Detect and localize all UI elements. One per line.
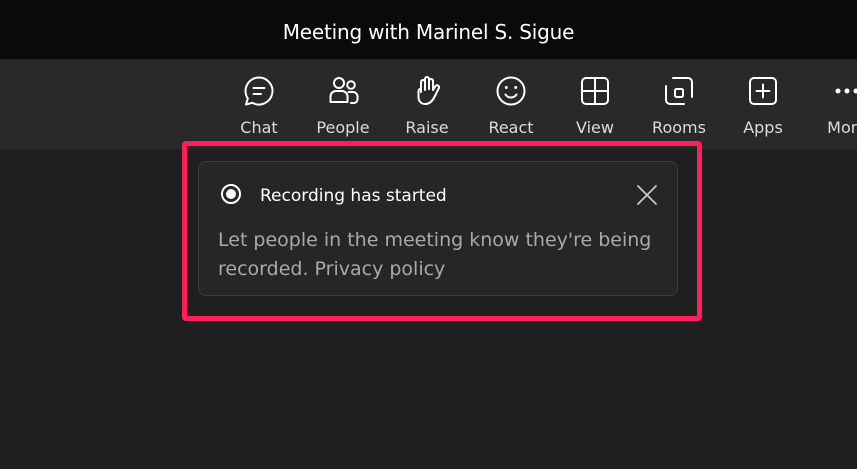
smile-icon <box>494 74 528 108</box>
raise-hand-icon <box>410 74 444 108</box>
close-icon <box>637 185 657 205</box>
notification-title: Recording has started <box>260 186 447 206</box>
rooms-icon <box>662 74 696 108</box>
raise-hand-button[interactable]: Raise <box>391 74 463 138</box>
notification-message: Let people in the meeting know they're b… <box>218 229 652 280</box>
meeting-title: Meeting with Marinel S. Sigue <box>282 19 575 44</box>
raise-label: Raise <box>405 118 449 137</box>
view-button[interactable]: View <box>559 74 631 138</box>
recording-icon <box>221 184 241 204</box>
recording-notification: Recording has started Let people in the … <box>198 161 678 296</box>
more-label: More <box>827 118 857 137</box>
grid-icon <box>578 74 612 108</box>
react-button[interactable]: React <box>475 74 547 138</box>
react-label: React <box>488 118 534 137</box>
plus-square-icon <box>746 74 780 108</box>
people-button[interactable]: People <box>307 74 379 138</box>
apps-button[interactable]: Apps <box>727 74 799 138</box>
chat-button[interactable]: Chat <box>223 74 295 138</box>
view-label: View <box>576 118 614 137</box>
people-icon <box>326 74 360 108</box>
rooms-label: Rooms <box>652 118 706 137</box>
more-button[interactable]: More <box>811 74 857 138</box>
rooms-button[interactable]: Rooms <box>643 74 715 138</box>
meeting-toolbar: Chat People Raise React View Rooms Apps … <box>0 59 857 149</box>
more-icon <box>830 74 857 108</box>
people-label: People <box>316 118 370 137</box>
apps-label: Apps <box>743 118 783 137</box>
chat-label: Chat <box>240 118 278 137</box>
close-button[interactable] <box>632 180 662 210</box>
chat-icon <box>242 74 276 108</box>
title-bar: Meeting with Marinel S. Sigue <box>0 0 857 59</box>
